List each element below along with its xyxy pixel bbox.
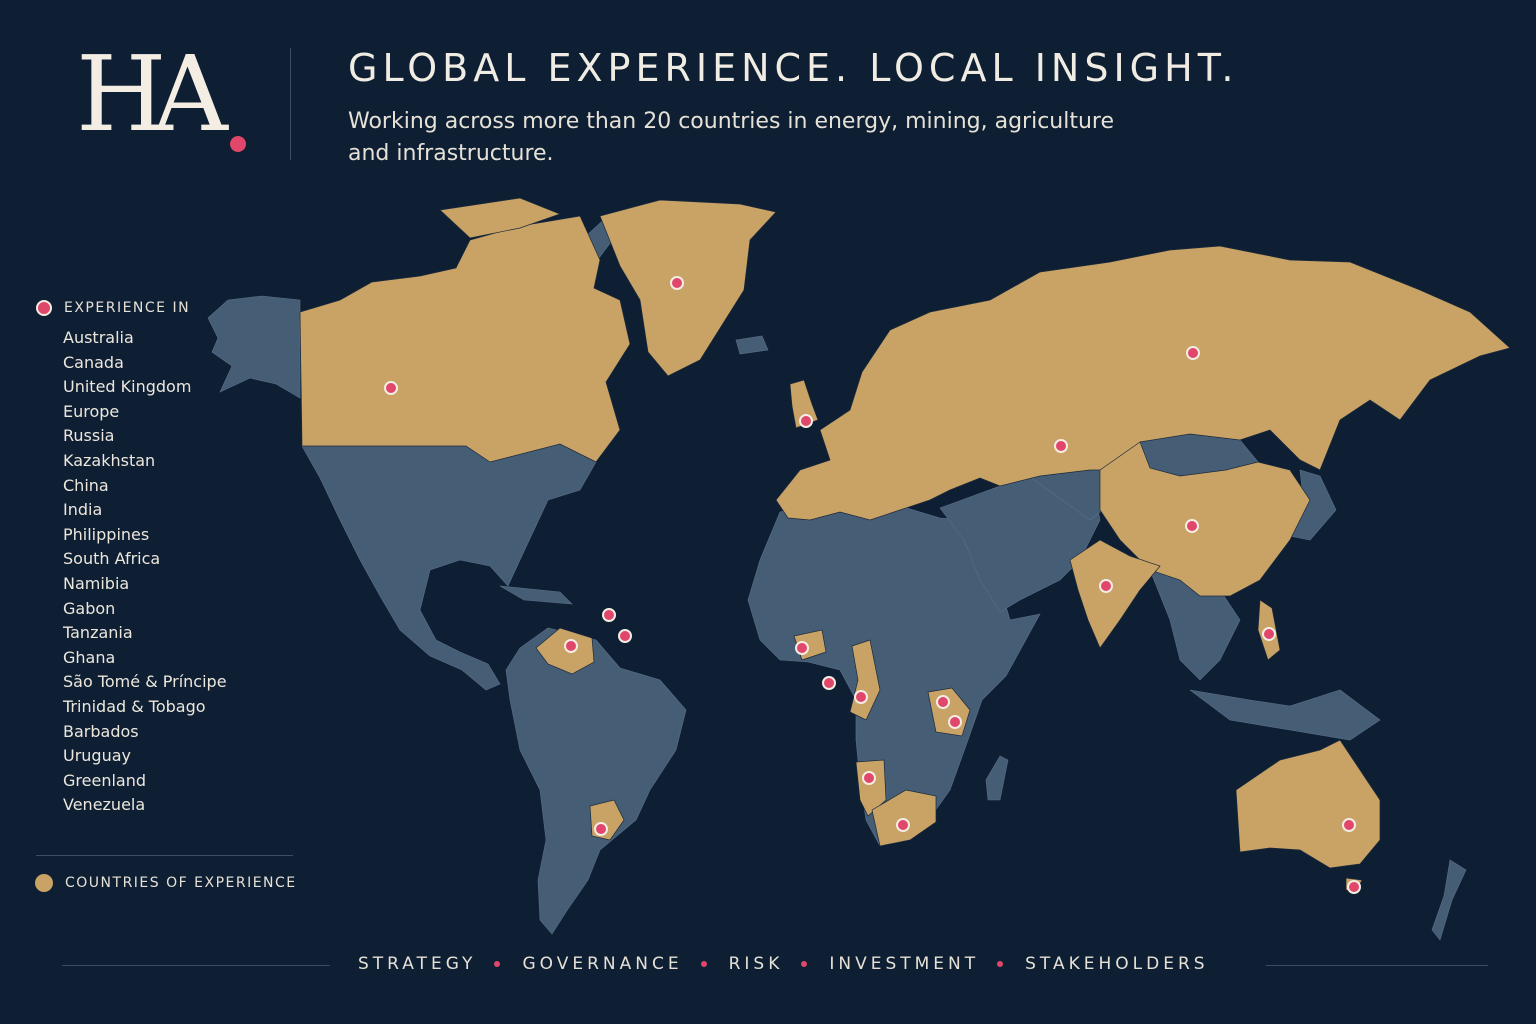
pin-china <box>1185 519 1199 533</box>
pin-russia <box>1186 346 1200 360</box>
pin-namibia <box>862 771 876 785</box>
pin-canada <box>384 381 398 395</box>
land-iceland <box>735 335 769 355</box>
footer-item: GOVERNANCE <box>522 954 683 974</box>
land-south-america <box>505 627 687 935</box>
country-list-item: Australia <box>63 328 134 347</box>
pin-icon <box>36 300 52 316</box>
page-subtitle: Working across more than 20 countries in… <box>348 106 1148 170</box>
pin-legend-label: EXPERIENCE IN <box>64 300 191 316</box>
country-list-item: Trinidad & Tobago <box>63 696 206 716</box>
country-list-item: Europe <box>63 401 120 421</box>
gold-swatch-icon <box>35 874 53 892</box>
country-list-item: United Kingdom <box>63 377 192 397</box>
pin-united-kingdom <box>799 414 813 428</box>
pin-gabon <box>854 690 868 704</box>
footer-tagline: STRATEGY GOVERNANCE RISK INVESTMENT STAK… <box>0 950 1536 982</box>
subtitle-line-1: Working across more than 20 countries in… <box>348 109 1115 134</box>
land-canada <box>299 215 631 463</box>
footer-item: STRATEGY <box>358 954 477 974</box>
legend-divider <box>36 855 293 856</box>
footer-rule-left <box>62 965 330 966</box>
country-list-item: South Africa <box>63 549 161 569</box>
area-legend-label: COUNTRIES OF EXPERIENCE <box>65 875 297 891</box>
pin-greenland <box>670 276 684 290</box>
country-list-item: Philippines <box>63 524 150 544</box>
logo-monogram: HA <box>76 33 228 155</box>
pin-australia <box>1342 818 1356 832</box>
pin-venezuela <box>564 639 578 653</box>
footer-separator-dot <box>997 961 1004 967</box>
company-logo: HA <box>76 38 256 158</box>
country-list-item: Namibia <box>63 573 130 593</box>
country-list-item: Gabon <box>63 598 116 618</box>
pin-trinidad <box>618 629 632 643</box>
header-divider <box>290 48 291 160</box>
country-list: Australia Canada United Kingdom Europe R… <box>63 326 296 818</box>
country-list-item: Uruguay <box>63 746 131 766</box>
country-list-item: China <box>63 475 109 495</box>
land-indonesia <box>1189 689 1381 741</box>
footer-separator-dot <box>700 961 707 967</box>
country-list-item: Tanzania <box>63 623 133 643</box>
pin-legend-header: EXPERIENCE IN <box>36 296 296 320</box>
footer-rule-right <box>1266 965 1488 966</box>
pin-india <box>1099 579 1113 593</box>
land-australia <box>1235 739 1381 869</box>
country-list-item: Canada <box>63 352 124 372</box>
footer-separator-dot <box>494 961 501 967</box>
footer-separator-dot <box>801 961 808 967</box>
country-list-item: Kazakhstan <box>63 450 156 470</box>
pin-tanzania-north <box>936 695 950 709</box>
country-list-item: Venezuela <box>63 795 146 815</box>
country-list-item: Russia <box>63 426 115 446</box>
land-madagascar <box>985 755 1009 801</box>
subtitle-line-2: and infrastructure. <box>348 141 554 166</box>
world-map <box>207 197 1511 941</box>
country-list-item: India <box>63 500 103 520</box>
country-list-item: Barbados <box>63 721 139 741</box>
pin-barbados <box>602 608 616 622</box>
land-new-zealand <box>1431 859 1467 941</box>
pin-philippines <box>1262 627 1276 641</box>
footer-items: STRATEGY GOVERNANCE RISK INVESTMENT STAK… <box>358 954 1209 974</box>
area-legend: COUNTRIES OF EXPERIENCE <box>35 874 297 892</box>
footer-item: RISK <box>728 954 784 974</box>
country-list-item: São Tomé & Príncipe <box>63 672 227 692</box>
page-title: GLOBAL EXPERIENCE. LOCAL INSIGHT. <box>348 46 1239 90</box>
footer-item: INVESTMENT <box>829 954 980 974</box>
pin-kazakhstan <box>1054 439 1068 453</box>
pin-uruguay <box>594 822 608 836</box>
country-list-item: Ghana <box>63 647 116 667</box>
pin-south-africa <box>896 818 910 832</box>
pin-tanzania-south <box>948 715 962 729</box>
logo-accent-dot <box>230 136 246 152</box>
land-cuba <box>499 585 573 605</box>
pin-tasmania <box>1347 880 1361 894</box>
experience-legend: EXPERIENCE IN Australia Canada United Ki… <box>36 296 296 818</box>
pin-sao-tome <box>822 676 836 690</box>
pin-ghana <box>795 641 809 655</box>
footer-item: STAKEHOLDERS <box>1025 954 1209 974</box>
country-list-item: Greenland <box>63 770 146 790</box>
